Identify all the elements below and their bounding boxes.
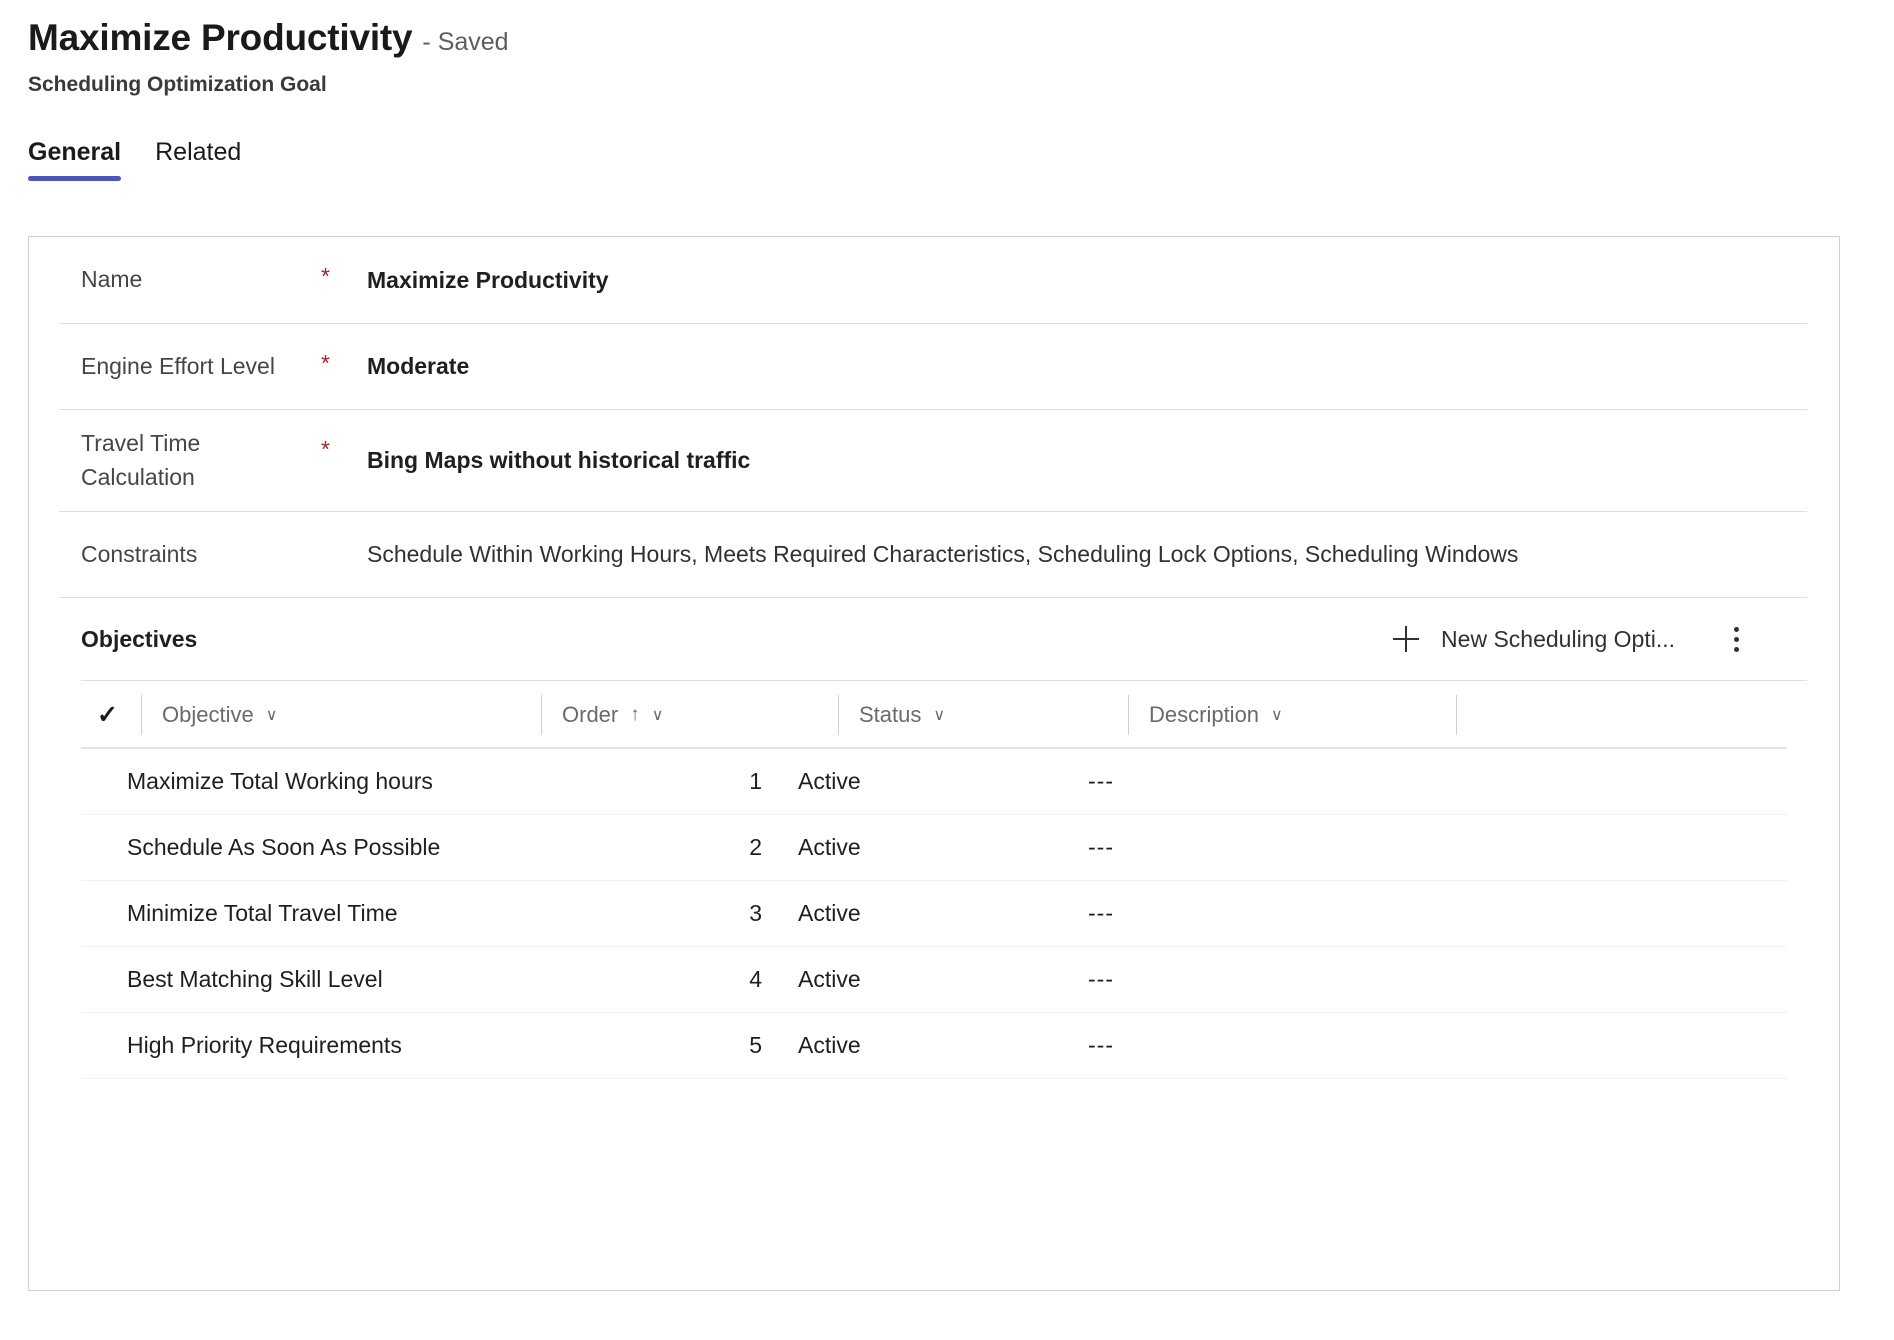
page-title: Maximize Productivity bbox=[28, 17, 413, 58]
title-line: Maximize Productivity - Saved bbox=[28, 17, 1894, 59]
cell-order: 4 bbox=[749, 966, 762, 992]
sort-ascending-icon: ↑ bbox=[630, 704, 640, 725]
tab-related[interactable]: Related bbox=[155, 138, 241, 181]
required-indicator-engine-effort-level: * bbox=[321, 350, 330, 376]
column-header-status-label: Status bbox=[859, 702, 922, 727]
field-value-name[interactable]: Maximize Productivity bbox=[363, 267, 1807, 294]
select-all-checkbox[interactable]: ✓ bbox=[81, 700, 141, 729]
required-indicator-name: * bbox=[321, 263, 330, 289]
cell-status: Active bbox=[798, 966, 861, 992]
cell-description: --- bbox=[1088, 900, 1114, 926]
overflow-dots bbox=[1733, 624, 1739, 654]
subgrid-header: Objectives New Scheduling Opti... bbox=[59, 598, 1807, 680]
cell-status: Active bbox=[798, 900, 861, 926]
chevron-down-icon: ∨ bbox=[265, 707, 278, 724]
cell-description: --- bbox=[1088, 834, 1114, 860]
cell-order: 1 bbox=[749, 768, 762, 794]
objectives-subgrid: Objectives New Scheduling Opti... ✓ Obje… bbox=[59, 597, 1807, 1079]
column-divider-end bbox=[1456, 695, 1457, 735]
column-header-description-label: Description bbox=[1149, 702, 1260, 727]
cell-objective: Minimize Total Travel Time bbox=[127, 900, 398, 926]
column-header-order-label: Order bbox=[562, 702, 619, 727]
form-header: Maximize Productivity - Saved Scheduling… bbox=[0, 0, 1894, 97]
dot-1 bbox=[1733, 626, 1739, 632]
cell-status: Active bbox=[798, 834, 861, 860]
subgrid-command-bar: New Scheduling Opti... bbox=[1381, 616, 1807, 662]
cell-order: 5 bbox=[749, 1032, 762, 1058]
column-header-status[interactable]: Status ∨ bbox=[838, 695, 1128, 735]
field-label-line-1: Travel Time bbox=[81, 430, 201, 457]
tab-general[interactable]: General bbox=[28, 138, 122, 181]
field-value-travel-time-calculation[interactable]: Bing Maps without historical traffic bbox=[363, 447, 1807, 474]
table-row[interactable]: Maximize Total Working hours 1 Active --… bbox=[81, 749, 1787, 815]
column-header-order[interactable]: Order ↑ ∨ bbox=[541, 695, 838, 735]
column-header-objective[interactable]: Objective ∨ bbox=[141, 695, 541, 735]
chevron-down-icon: ∨ bbox=[651, 707, 664, 724]
new-button-label: New Scheduling Opti... bbox=[1441, 625, 1675, 652]
cell-objective: Maximize Total Working hours bbox=[127, 768, 433, 794]
cell-objective: Schedule As Soon As Possible bbox=[127, 834, 441, 860]
form-card: Name * Maximize Productivity Engine Effo… bbox=[28, 236, 1840, 1291]
table-row[interactable]: Schedule As Soon As Possible 2 Active --… bbox=[81, 815, 1787, 881]
save-status-text: - Saved bbox=[422, 28, 509, 56]
field-row-engine-effort-level: Engine Effort Level * Moderate bbox=[59, 323, 1807, 409]
required-indicator-travel-time-calculation: * bbox=[321, 436, 330, 462]
new-scheduling-optimization-objective-button[interactable]: New Scheduling Opti... bbox=[1381, 616, 1683, 662]
more-vertical-icon[interactable] bbox=[1713, 616, 1759, 662]
plus-icon bbox=[1389, 622, 1423, 656]
checkmark-icon: ✓ bbox=[97, 700, 118, 729]
form-tabs: General Related bbox=[0, 129, 1894, 181]
field-row-constraints: Constraints Schedule Within Working Hour… bbox=[59, 511, 1807, 597]
field-label-travel-time-calculation: Travel Time Calculation bbox=[59, 427, 321, 494]
record-form-page: Maximize Productivity - Saved Scheduling… bbox=[0, 0, 1894, 1340]
cell-description: --- bbox=[1088, 1032, 1114, 1058]
cell-objective: Best Matching Skill Level bbox=[127, 966, 383, 992]
grid-header-row: ✓ Objective ∨ Order ↑ ∨ Status ∨ Descrip… bbox=[81, 683, 1787, 749]
field-label-line-2: Calculation bbox=[81, 463, 195, 490]
column-header-description[interactable]: Description ∨ bbox=[1128, 695, 1456, 735]
field-value-constraints[interactable]: Schedule Within Working Hours, Meets Req… bbox=[363, 541, 1807, 568]
field-label-name: Name bbox=[81, 266, 143, 293]
objectives-grid: ✓ Objective ∨ Order ↑ ∨ Status ∨ Descrip… bbox=[81, 680, 1807, 1079]
chevron-down-icon: ∨ bbox=[933, 707, 946, 724]
field-label-constraints: Constraints bbox=[81, 540, 198, 567]
dot-3 bbox=[1733, 646, 1739, 652]
dot-2 bbox=[1733, 636, 1739, 642]
field-row-travel-time-calculation: Travel Time Calculation * Bing Maps with… bbox=[59, 409, 1807, 511]
table-row[interactable]: High Priority Requirements 5 Active --- bbox=[81, 1013, 1787, 1079]
field-value-engine-effort-level[interactable]: Moderate bbox=[363, 353, 1807, 380]
column-header-objective-label: Objective bbox=[162, 702, 254, 727]
cell-order: 2 bbox=[749, 834, 762, 860]
subgrid-title: Objectives bbox=[81, 625, 198, 652]
field-list: Name * Maximize Productivity Engine Effo… bbox=[29, 237, 1839, 597]
required-indicator-constraints bbox=[321, 512, 363, 538]
field-row-name: Name * Maximize Productivity bbox=[59, 237, 1807, 323]
cell-order: 3 bbox=[749, 900, 762, 926]
table-row[interactable]: Minimize Total Travel Time 3 Active --- bbox=[81, 881, 1787, 947]
chevron-down-icon: ∨ bbox=[1271, 707, 1283, 724]
cell-description: --- bbox=[1088, 966, 1114, 992]
cell-description: --- bbox=[1088, 768, 1114, 794]
field-label-engine-effort-level: Engine Effort Level bbox=[81, 352, 275, 379]
cell-status: Active bbox=[798, 1032, 861, 1058]
cell-status: Active bbox=[798, 768, 861, 794]
entity-name-label: Scheduling Optimization Goal bbox=[28, 72, 327, 96]
table-row[interactable]: Best Matching Skill Level 4 Active --- bbox=[81, 947, 1787, 1013]
cell-objective: High Priority Requirements bbox=[127, 1032, 402, 1058]
